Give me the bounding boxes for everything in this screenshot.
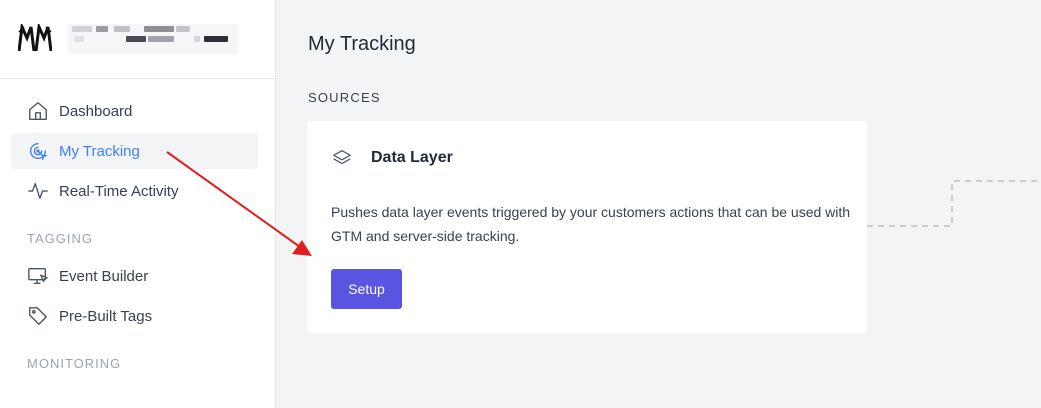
sidebar-item-dashboard[interactable]: Dashboard: [11, 93, 258, 129]
section-heading-monitoring: MONITORING: [27, 356, 122, 371]
account-name-redacted: [68, 24, 238, 54]
tag-icon: [27, 305, 49, 327]
target-icon: [27, 140, 49, 162]
sidebar-item-event-builder[interactable]: Event Builder: [11, 258, 258, 294]
brand-header: [0, 0, 275, 79]
sidebar: Dashboard My Tracking Real-Time Activity: [0, 0, 276, 408]
card-header: Data Layer: [331, 147, 453, 169]
main-content: My Tracking SOURCES Data Layer Pushes da…: [276, 0, 1041, 408]
sidebar-item-real-time-activity[interactable]: Real-Time Activity: [11, 173, 258, 209]
card-title: Data Layer: [371, 149, 453, 166]
logo[interactable]: [18, 24, 52, 54]
sidebar-item-label: Event Builder: [59, 267, 149, 285]
sidebar-item-my-tracking[interactable]: My Tracking: [11, 133, 258, 169]
sidebar-item-label: My Tracking: [59, 142, 140, 160]
layers-icon: [331, 147, 353, 169]
page-title: My Tracking: [308, 33, 416, 55]
home-icon: [27, 100, 49, 122]
sidebar-item-label: Pre-Built Tags: [59, 307, 153, 325]
activity-icon: [27, 180, 49, 202]
sidebar-item-label: Real-Time Activity: [59, 182, 179, 200]
source-card-data-layer: Data Layer Pushes data layer events trig…: [307, 121, 867, 333]
sidebar-nav: Dashboard My Tracking Real-Time Activity: [0, 79, 275, 371]
setup-button[interactable]: Setup: [331, 269, 402, 309]
sources-heading: SOURCES: [308, 90, 381, 105]
sidebar-item-label: Dashboard: [59, 102, 133, 120]
card-description: Pushes data layer events triggered by yo…: [331, 204, 851, 244]
sidebar-item-pre-built-tags[interactable]: Pre-Built Tags: [11, 298, 258, 334]
monitor-icon: [27, 265, 49, 287]
section-heading-tagging: TAGGING: [27, 231, 93, 246]
